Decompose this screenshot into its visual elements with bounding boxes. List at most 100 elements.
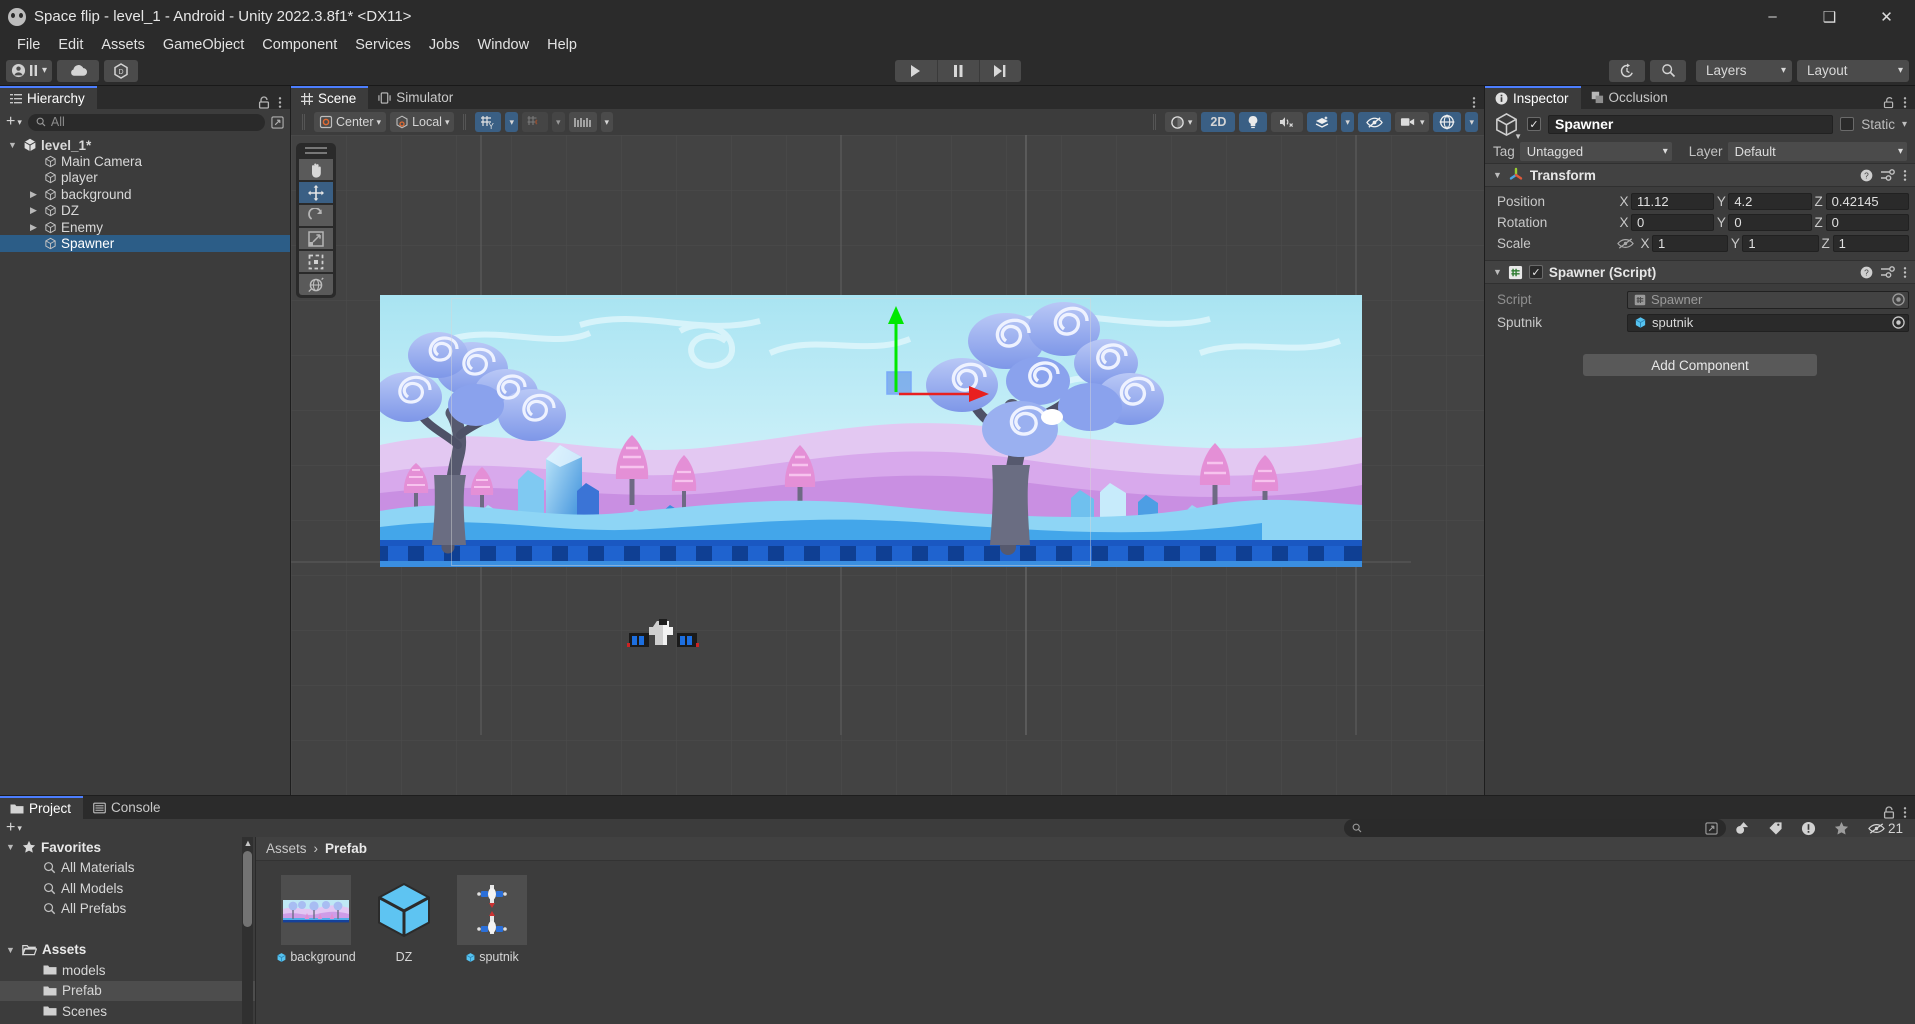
kebab-menu-icon[interactable] bbox=[1472, 96, 1476, 109]
move-gizmo[interactable] bbox=[881, 300, 1011, 410]
kebab-menu-icon[interactable] bbox=[1903, 169, 1907, 182]
twisty-icon[interactable]: ▼ bbox=[6, 140, 19, 150]
hierarchy-item-dz[interactable]: ▶ DZ bbox=[0, 203, 290, 219]
help-icon[interactable]: ? bbox=[1860, 266, 1873, 279]
rotation-y-input[interactable]: 0 bbox=[1728, 214, 1812, 231]
pause-button[interactable] bbox=[936, 59, 979, 82]
project-search-input[interactable] bbox=[1343, 819, 1726, 837]
menu-file[interactable]: File bbox=[8, 35, 49, 55]
menu-assets[interactable]: Assets bbox=[92, 35, 154, 55]
layer-dropdown[interactable]: Default ▾ bbox=[1727, 141, 1907, 161]
scroll-up-arrow-icon[interactable]: ▲ bbox=[244, 838, 253, 848]
static-checkbox[interactable] bbox=[1840, 117, 1855, 131]
menu-services[interactable]: Services bbox=[346, 35, 420, 55]
ruler-dropdown[interactable]: ▾ bbox=[600, 112, 614, 132]
help-icon[interactable]: ? bbox=[1860, 169, 1873, 182]
hierarchy-item-background[interactable]: ▶ background bbox=[0, 186, 290, 202]
close-button[interactable]: ✕ bbox=[1858, 0, 1915, 33]
preset-icon[interactable] bbox=[1881, 265, 1895, 279]
preset-icon[interactable] bbox=[1881, 168, 1895, 182]
tab-occlusion[interactable]: Occlusion bbox=[1580, 86, 1680, 109]
kebab-menu-icon[interactable] bbox=[1903, 266, 1907, 279]
project-add-button[interactable]: + ▾ bbox=[6, 819, 22, 837]
lock-icon[interactable] bbox=[1883, 806, 1895, 819]
overlay-drag-handle[interactable] bbox=[305, 147, 327, 154]
project-folder-tree[interactable]: ▼ Favorites All Materials All Models All Pre… bbox=[0, 837, 256, 1024]
position-x-input[interactable]: 11.12 bbox=[1631, 193, 1715, 210]
kebab-menu-icon[interactable] bbox=[1903, 96, 1907, 109]
scrollbar-thumb[interactable] bbox=[243, 851, 252, 927]
constrain-proportions-off-icon[interactable] bbox=[1617, 237, 1634, 250]
project-tree-item-assets[interactable]: ▼ Assets bbox=[0, 940, 255, 961]
snap-increment-toggle[interactable] bbox=[522, 112, 549, 132]
gameobject-enabled-checkbox[interactable]: ✓ bbox=[1527, 117, 1541, 131]
play-button[interactable] bbox=[894, 59, 937, 82]
scene-camera-dropdown[interactable]: ▾ bbox=[1394, 112, 1430, 132]
gizmos-dropdown[interactable]: ▾ bbox=[1465, 112, 1478, 132]
scene-fx-dropdown[interactable] bbox=[1307, 112, 1338, 132]
project-tree-item-scenes[interactable]: Scenes bbox=[0, 1001, 255, 1022]
tab-console[interactable]: Console bbox=[83, 796, 173, 819]
global-search-button[interactable] bbox=[1650, 59, 1686, 82]
hierarchy-search-input[interactable]: All bbox=[27, 113, 265, 131]
scale-z-input[interactable]: 1 bbox=[1832, 235, 1909, 252]
ruler-toggle[interactable] bbox=[568, 112, 597, 132]
hierarchy-tree[interactable]: ▼ level_1* Main Camera player ▶ background ▶ DZ… bbox=[0, 135, 290, 795]
scene-lighting-toggle[interactable] bbox=[1239, 112, 1268, 132]
grid-snap-dropdown[interactable]: ▾ bbox=[505, 112, 519, 132]
gizmos-toggle[interactable] bbox=[1433, 112, 1462, 132]
scene-viewport[interactable] bbox=[291, 135, 1484, 795]
account-button[interactable]: ▾ bbox=[6, 59, 53, 82]
minimize-button[interactable]: – bbox=[1744, 0, 1801, 33]
breadcrumb-prefab[interactable]: Prefab bbox=[325, 841, 367, 856]
collab-cloud-button[interactable] bbox=[57, 59, 100, 82]
object-picker-icon[interactable] bbox=[1892, 316, 1905, 329]
hierarchy-item-level-1-[interactable]: ▼ level_1* bbox=[0, 137, 290, 153]
project-tree-item-models[interactable]: models bbox=[0, 960, 255, 981]
snap-increment-dropdown[interactable]: ▾ bbox=[552, 112, 565, 132]
move-tool[interactable] bbox=[299, 182, 333, 203]
services-button[interactable]: D bbox=[104, 59, 139, 82]
twisty-icon[interactable]: ▼ bbox=[4, 842, 17, 852]
twisty-icon[interactable]: ▶ bbox=[27, 222, 40, 233]
position-z-input[interactable]: 0.42145 bbox=[1825, 193, 1909, 210]
layout-dropdown[interactable]: Layout ▾ bbox=[1797, 59, 1909, 82]
asset-item-sputnik[interactable]: sputnik bbox=[454, 875, 530, 964]
scene-audio-toggle[interactable] bbox=[1271, 112, 1304, 132]
handle-rotation-dropdown[interactable]: Local ▾ bbox=[390, 112, 455, 132]
tab-project[interactable]: Project bbox=[0, 796, 84, 819]
rect-tool[interactable] bbox=[299, 251, 333, 272]
add-component-button[interactable]: Add Component bbox=[1583, 354, 1817, 376]
2d-toggle[interactable]: 2D bbox=[1201, 112, 1236, 132]
twisty-icon[interactable]: ▶ bbox=[27, 189, 40, 200]
rotation-x-input[interactable]: 0 bbox=[1631, 214, 1715, 231]
layers-dropdown[interactable]: Layers ▾ bbox=[1696, 59, 1792, 82]
sputnik-object-field[interactable]: sputnik bbox=[1627, 313, 1909, 332]
tab-scene[interactable]: Scene bbox=[291, 86, 369, 109]
menu-help[interactable]: Help bbox=[538, 35, 586, 55]
scale-tool[interactable] bbox=[299, 228, 333, 249]
hidden-assets-indicator[interactable]: 21 bbox=[1858, 821, 1907, 836]
project-tree-item-prefab[interactable]: Prefab bbox=[0, 980, 255, 1001]
scene-fx-chevron[interactable]: ▾ bbox=[1341, 112, 1354, 132]
project-tree-item-favorites[interactable]: ▼ Favorites bbox=[0, 837, 255, 858]
scene-visibility-toggle[interactable] bbox=[1357, 112, 1391, 132]
grid-snap-toggle[interactable]: Y bbox=[475, 112, 502, 132]
hierarchy-search-type-icon[interactable] bbox=[271, 115, 284, 129]
type-filter-icon[interactable] bbox=[1726, 821, 1759, 835]
player-spaceship-sprite[interactable] bbox=[627, 619, 699, 651]
gameobject-name-input[interactable]: Spawner bbox=[1548, 114, 1834, 134]
label-filter-icon[interactable] bbox=[1759, 821, 1792, 835]
maximize-button[interactable]: ❑ bbox=[1801, 0, 1858, 33]
tag-dropdown[interactable]: Untagged ▾ bbox=[1519, 141, 1672, 161]
draw-mode-dropdown[interactable]: ▾ bbox=[1164, 112, 1198, 132]
object-picker-icon[interactable] bbox=[1892, 293, 1905, 306]
tab-hierarchy[interactable]: Hierarchy bbox=[0, 86, 97, 109]
kebab-menu-icon[interactable] bbox=[1903, 806, 1907, 819]
asset-item-background[interactable]: background bbox=[277, 875, 356, 964]
twisty-icon[interactable]: ▼ bbox=[4, 945, 17, 955]
component-header-spawner-script[interactable]: ▼ ✓ Spawner (Script) ? bbox=[1485, 260, 1915, 284]
menu-component[interactable]: Component bbox=[253, 35, 346, 55]
save-search-icon[interactable] bbox=[1705, 821, 1718, 835]
static-chevron-icon[interactable]: ▾ bbox=[1902, 119, 1907, 130]
